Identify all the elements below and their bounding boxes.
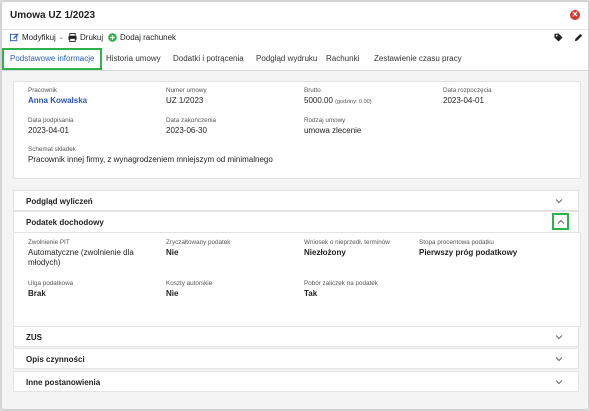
chevron-down-icon (555, 380, 563, 385)
window-title: Umowa UZ 1/2023 (10, 10, 96, 21)
gross-value-line: 5000.00 (godziny: 0.00) (304, 96, 372, 105)
gross-label: Brutto (304, 87, 321, 94)
edit-icon (10, 33, 19, 42)
section-title: Podatek dochodowy (26, 218, 104, 227)
end-date-label: Data zakończenia (166, 117, 217, 124)
tab-label: Dodatki i potrącenia (173, 54, 244, 63)
tab-basic-info[interactable]: Podstawowe informacje (2, 48, 103, 70)
modify-label: Modyfikuj (22, 33, 56, 42)
chevron-down-icon: ⌄ (58, 35, 64, 41)
section-calc-preview[interactable]: Podgląd wyliczeń (13, 190, 579, 211)
tab-bills[interactable]: Rachunki (326, 48, 359, 70)
title-bar: Umowa UZ 1/2023 ✕ (2, 2, 588, 30)
flat-tax-value: Nie (166, 248, 179, 257)
pit-exempt-label: Zwolnienie PIT (28, 239, 70, 246)
section-title: Podgląd wyliczeń (26, 197, 93, 206)
pit-exempt-value: Automatyczne (zwolnienie dla młodych) (28, 248, 134, 267)
tab-label: Historia umowy (106, 54, 161, 63)
pencil-icon[interactable] (574, 33, 583, 42)
income-tax-body: Zwolnienie PIT Automatyczne (zwolnienie … (13, 232, 581, 327)
print-button[interactable]: Drukuj (68, 33, 103, 42)
tax-relief-label: Ulga podatkowa (28, 280, 74, 287)
employee-label: Pracownik (28, 87, 58, 94)
add-bill-label: Dodaj rachunek (120, 33, 177, 42)
section-title: Opis czynności (26, 355, 85, 364)
scheme-value: Pracownik innej firmy, z wynagrodzeniem … (28, 155, 273, 164)
content-area: Pracownik Anna Kowalska Numer umowy UZ 1… (2, 71, 588, 409)
collapse-button[interactable] (552, 213, 569, 230)
contract-number-value: UZ 1/2023 (166, 96, 204, 105)
section-activity-description[interactable]: Opis czynności (13, 348, 579, 369)
contract-type-value: umowa zlecenie (304, 126, 362, 135)
section-title: Inne postanowienia (26, 378, 101, 387)
start-date-label: Data rozpoczęcia (443, 87, 492, 94)
request-label: Wniosek o nieprzedł. terminów (304, 239, 390, 246)
tax-advance-label: Pobór zaliczek na podatek (304, 280, 378, 287)
modify-button[interactable]: Modyfikuj ⌄ (10, 33, 64, 42)
tag-icon[interactable] (554, 33, 563, 42)
gross-value: 5000.00 (304, 96, 333, 105)
tab-time-summary[interactable]: Zestawienie czasu pracy (374, 48, 462, 70)
chevron-down-icon (555, 335, 563, 340)
end-date-value: 2023-06-30 (166, 126, 207, 135)
basic-info-card: Pracownik Anna Kowalska Numer umowy UZ 1… (13, 81, 581, 179)
section-income-tax[interactable]: Podatek dochodowy (13, 211, 579, 232)
author-costs-label: Koszty autorskie (166, 280, 213, 287)
tab-bar: Podstawowe informacje Historia umowy Dod… (2, 48, 588, 71)
chevron-down-icon (555, 199, 563, 204)
print-label: Drukuj (80, 33, 104, 42)
tax-advance-value: Tak (304, 289, 318, 298)
gross-hours: (godziny: 0.00) (335, 99, 372, 105)
section-title: ZUS (26, 333, 42, 342)
tab-label: Podstawowe informacje (10, 54, 95, 63)
flat-tax-label: Zryczałtowany podatek (166, 239, 231, 246)
tax-relief-value: Brak (28, 289, 46, 298)
tax-rate-label: Stopa procentowa podatku (419, 239, 494, 246)
toolbar: Modyfikuj ⌄ Drukuj Dodaj rachunek (2, 30, 588, 48)
signed-date-value: 2023-04-01 (28, 126, 69, 135)
section-other-provisions[interactable]: Inne postanowienia (13, 371, 579, 392)
tab-additions-deductions[interactable]: Dodatki i potrącenia (173, 48, 244, 70)
scheme-label: Schemat składek (28, 146, 76, 153)
tab-label: Rachunki (326, 54, 360, 63)
start-date-value: 2023-04-01 (443, 96, 484, 105)
employee-link[interactable]: Anna Kowalska (28, 96, 87, 105)
tab-label: Podgląd wydruku (256, 54, 318, 63)
tab-print-preview[interactable]: Podgląd wydruku (256, 48, 317, 70)
tax-rate-value: Pierwszy próg podatkowy (419, 248, 518, 257)
contract-type-label: Rodzaj umowy (304, 117, 346, 124)
close-icon[interactable]: ✕ (570, 10, 580, 20)
section-zus[interactable]: ZUS (13, 326, 579, 347)
printer-icon (68, 33, 77, 42)
tab-contract-history[interactable]: Historia umowy (106, 48, 161, 70)
contract-number-label: Numer umowy (166, 87, 207, 94)
chevron-up-icon (557, 219, 564, 224)
author-costs-value: Nie (166, 289, 179, 298)
signed-date-label: Data podpisania (28, 117, 74, 124)
request-value: Niezłożony (304, 248, 346, 257)
contract-window: Umowa UZ 1/2023 ✕ Modyfikuj ⌄ Drukuj Dod… (1, 1, 589, 410)
add-bill-button[interactable]: Dodaj rachunek (108, 33, 176, 42)
tab-label: Zestawienie czasu pracy (374, 54, 462, 63)
plus-circle-icon (108, 33, 117, 42)
chevron-down-icon (555, 357, 563, 362)
